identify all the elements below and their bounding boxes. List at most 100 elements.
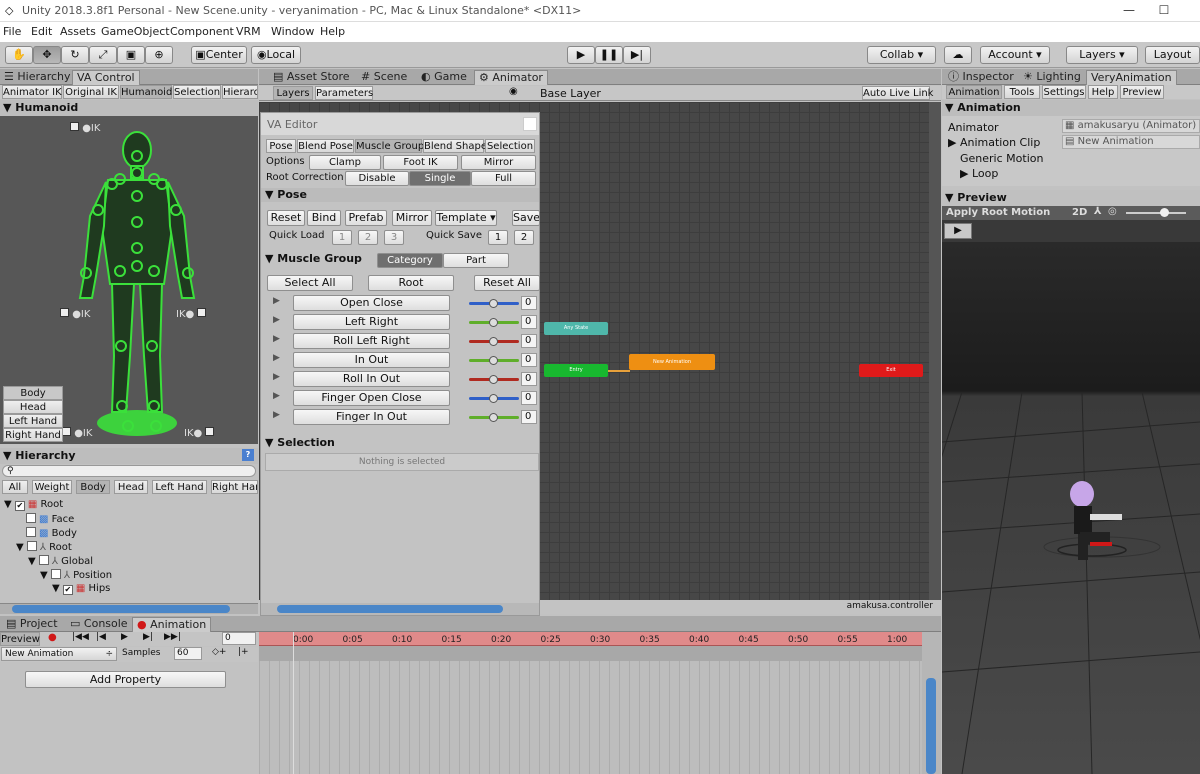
tree-item[interactable]: ▩ Face [26, 513, 74, 525]
tab-va-control[interactable]: VA Control [72, 70, 140, 85]
preview-play-button[interactable]: ▶ [944, 223, 972, 239]
animation-clip-field[interactable]: ▤ New Animation [1062, 135, 1200, 149]
pose-mirror-button[interactable]: Mirror [392, 210, 432, 226]
pause-button[interactable]: ❚❚ [595, 46, 623, 64]
prev-key-icon[interactable]: |◀ [96, 632, 106, 642]
va-editor-close-button[interactable] [523, 117, 537, 131]
subtab-humanoid[interactable]: Humanoid [120, 85, 172, 99]
preview-speed-slider[interactable] [1126, 208, 1186, 217]
muscle-button[interactable]: Open Close [293, 295, 450, 311]
tab-veryanimation[interactable]: VeryAnimation [1086, 70, 1177, 85]
next-key-icon[interactable]: ▶| [143, 632, 153, 642]
auto-live-link-button[interactable]: Auto Live Link [862, 86, 933, 100]
quick-load-slot-1[interactable]: 1 [332, 230, 352, 245]
help-icon[interactable]: ? [242, 449, 254, 461]
menu-assets[interactable]: Assets [60, 25, 96, 38]
preview-viewport[interactable] [942, 242, 1200, 774]
last-key-icon[interactable]: ▶▶| [164, 632, 181, 642]
quick-load-slot-2[interactable]: 2 [358, 230, 378, 245]
expand-arrow-icon[interactable]: ▶ [273, 315, 280, 325]
subtab-animation[interactable]: Animation [946, 85, 1002, 99]
any-state-node[interactable]: Any State [544, 322, 608, 335]
play-button[interactable]: ▶ [567, 46, 595, 64]
new-animation-node[interactable]: New Animation [629, 354, 715, 370]
slider-knob[interactable] [489, 337, 498, 346]
hierarchy-search[interactable]: ⚲ [2, 465, 256, 477]
muscle-slider[interactable] [469, 413, 519, 422]
menu-vrm[interactable]: VRM [236, 25, 261, 38]
va-editor-hscrollbar[interactable] [261, 603, 539, 615]
scale-tool-button[interactable]: ⤢ [89, 46, 117, 64]
first-key-icon[interactable]: |◀◀ [72, 632, 89, 642]
right-hand-ik-toggle[interactable]: IK● [176, 308, 207, 320]
frame-field[interactable]: 0 [222, 632, 256, 645]
timeline-ruler[interactable]: 0:00 0:05 0:10 0:15 0:20 0:25 0:30 0:35 0:40 0:45… [259, 632, 922, 646]
slider-knob[interactable] [489, 299, 498, 308]
tab-game[interactable]: ◐ Game [417, 70, 471, 85]
exit-node[interactable]: Exit [859, 364, 923, 377]
muscle-button[interactable]: Finger Open Close [293, 390, 450, 406]
layout-dropdown[interactable]: Layout [1145, 46, 1200, 64]
muscle-value-field[interactable]: 0 [521, 334, 537, 348]
subtab-hierarchy[interactable]: Hierarch [222, 85, 258, 99]
playhead[interactable] [293, 632, 294, 774]
humanoid-body-button[interactable]: Body [3, 386, 63, 400]
expand-arrow-icon[interactable]: ▶ [273, 372, 280, 382]
timeline-vscrollbar[interactable] [922, 632, 941, 774]
slider-knob[interactable] [489, 413, 498, 422]
root-full-button[interactable]: Full [471, 171, 536, 186]
rotate-tool-button[interactable]: ↻ [61, 46, 89, 64]
muscle-category-tab[interactable]: Category [377, 253, 443, 268]
play-anim-icon[interactable]: ▶ [121, 632, 128, 642]
subtab-help[interactable]: Help [1088, 85, 1118, 99]
add-keyframe-icon[interactable]: ◇+ [212, 647, 226, 657]
entry-node[interactable]: Entry [544, 364, 608, 377]
menu-window[interactable]: Window [271, 25, 314, 38]
move-tool-button[interactable]: ✥ [33, 46, 61, 64]
foot-ik-button[interactable]: Foot IK [383, 155, 458, 170]
head-ik-toggle[interactable]: ●IK [70, 122, 100, 134]
filter-left-hand[interactable]: Left Hand [152, 480, 207, 494]
expand-arrow-icon[interactable]: ▶ [273, 296, 280, 306]
muscle-slider[interactable] [469, 375, 519, 384]
tab-inspector[interactable]: ⓘ Inspector [944, 70, 1018, 85]
muscle-slider[interactable] [469, 356, 519, 365]
selection-header[interactable]: ▼ Selection [261, 436, 539, 450]
muscle-root-button[interactable]: Root [368, 275, 454, 291]
step-button[interactable]: ▶| [623, 46, 651, 64]
slider-knob[interactable] [489, 375, 498, 384]
muscle-button[interactable]: Roll In Out [293, 371, 450, 387]
tab-hierarchy[interactable]: ☰ Hierarchy [0, 70, 75, 85]
muscle-button[interactable]: Roll Left Right [293, 333, 450, 349]
tree-item[interactable]: ▼ ⅄ Root [16, 541, 72, 553]
muscle-button[interactable]: Finger In Out [293, 409, 450, 425]
tree-item[interactable]: ▩ Body [26, 527, 77, 539]
humanoid-head-button[interactable]: Head [3, 400, 63, 414]
muscle-slider[interactable] [469, 337, 519, 346]
slider-knob[interactable] [489, 356, 498, 365]
left-foot-ik-toggle[interactable]: ●IK [62, 427, 92, 439]
pose-header[interactable]: ▼ Pose [261, 188, 539, 202]
right-foot-ik-toggle[interactable]: IK● [184, 427, 215, 439]
filter-weight[interactable]: Weight [32, 480, 72, 494]
pose-bind-button[interactable]: Bind [307, 210, 341, 226]
humanoid-left-hand-button[interactable]: Left Hand [3, 414, 63, 428]
pivot-local-button[interactable]: ◉Local [251, 46, 301, 64]
tab-scene[interactable]: # Scene [357, 70, 411, 85]
tree-item[interactable]: ▼ ✔ ▦ Root [4, 499, 63, 511]
anim-preview-toggle[interactable]: Preview [0, 632, 40, 646]
muscle-slider[interactable] [469, 394, 519, 403]
muscle-part-tab[interactable]: Part [443, 253, 509, 268]
tree-item[interactable]: ▼ ⅄ Position [40, 569, 112, 581]
pose-save-button[interactable]: Save [512, 210, 540, 226]
va-tab-blend-shape[interactable]: Blend Shape [423, 139, 487, 153]
subtab-tools[interactable]: Tools [1004, 85, 1040, 99]
tab-animation[interactable]: ● Animation [132, 617, 212, 632]
tab-console[interactable]: ▭ Console [66, 617, 132, 632]
tab-asset-store[interactable]: ▤ Asset Store [269, 70, 354, 85]
filter-body[interactable]: Body [76, 480, 110, 494]
record-icon[interactable]: ● [48, 632, 57, 643]
va-editor-titlebar[interactable]: VA Editor [261, 113, 539, 135]
clip-dropdown[interactable]: New Animation ÷ [1, 647, 117, 661]
subtab-original-ik[interactable]: Original IK [63, 85, 119, 99]
